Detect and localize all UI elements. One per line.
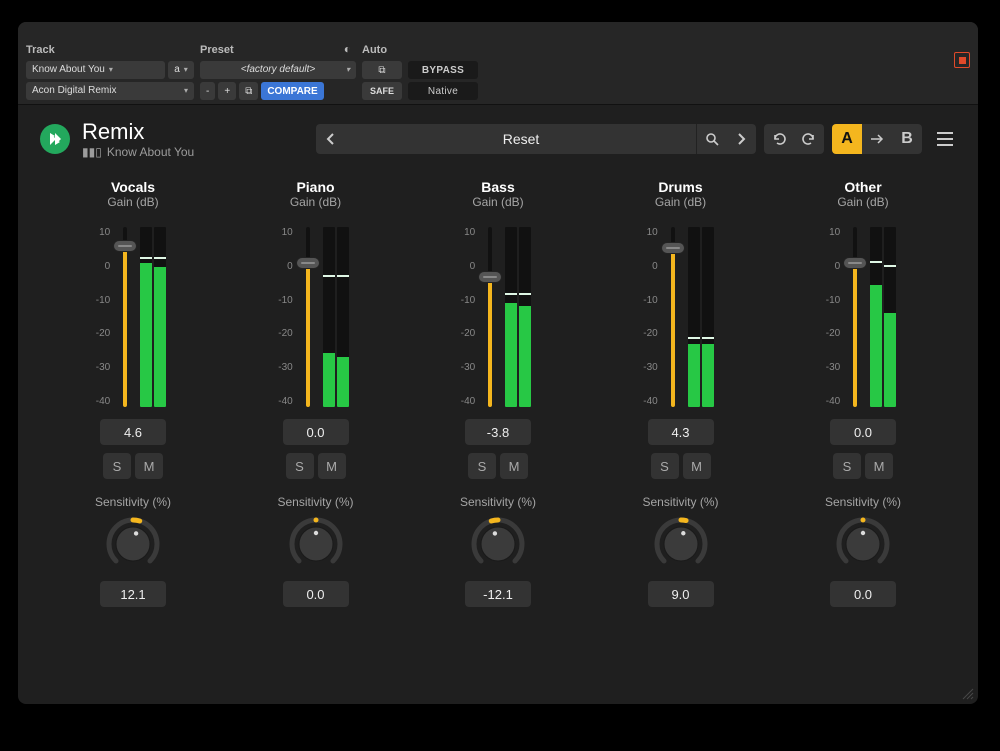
- preset-heading: Preset: [200, 44, 356, 56]
- plugin-title: Remix: [82, 119, 194, 145]
- solo-button[interactable]: S: [468, 453, 496, 479]
- channel-name: Bass: [481, 179, 514, 195]
- preset-prev-icon[interactable]: [316, 124, 346, 154]
- mute-button[interactable]: M: [135, 453, 163, 479]
- host-toolbar: Track Know About You▾ a▾ Acon Digital Re…: [18, 22, 978, 105]
- sensitivity-label: Sensitivity (%): [642, 495, 718, 509]
- channel-strip: Drums Gain (dB) 100-10-20-30-40 4.3 S M: [596, 179, 766, 607]
- solo-button[interactable]: S: [651, 453, 679, 479]
- channel-strip: Other Gain (dB) 100-10-20-30-40 0.0 S M: [778, 179, 948, 607]
- gain-fader[interactable]: [664, 227, 682, 407]
- preset-next-icon[interactable]: [726, 124, 756, 154]
- level-meter: [505, 227, 535, 407]
- auto-heading: Auto: [362, 44, 402, 56]
- native-button[interactable]: Native: [408, 82, 478, 100]
- preset-search-icon[interactable]: [696, 124, 726, 154]
- bypass-button[interactable]: BYPASS: [408, 61, 478, 79]
- sensitivity-label: Sensitivity (%): [95, 495, 171, 509]
- ab-slot-dropdown[interactable]: a▾: [168, 61, 194, 79]
- gain-label: Gain (dB): [472, 195, 523, 209]
- scale-ticks: 100-10-20-30-40: [96, 227, 110, 407]
- solo-button[interactable]: S: [833, 453, 861, 479]
- mute-button[interactable]: M: [318, 453, 346, 479]
- scale-ticks: 100-10-20-30-40: [461, 227, 475, 407]
- plugin-select-dropdown[interactable]: Acon Digital Remix▾: [26, 82, 194, 100]
- compare-button[interactable]: COMPARE: [261, 82, 323, 100]
- track-name: Know About You: [32, 65, 105, 75]
- auto-menu-icon[interactable]: ⧉: [362, 61, 402, 79]
- channel-strips: Vocals Gain (dB) 100-10-20-30-40 4.6 S M: [18, 171, 978, 615]
- preset-next-button[interactable]: +: [218, 82, 236, 100]
- sensitivity-value-input[interactable]: -12.1: [465, 581, 531, 607]
- level-meter: [323, 227, 353, 407]
- sensitivity-value-input[interactable]: 9.0: [648, 581, 714, 607]
- ab-a-button[interactable]: A: [832, 124, 862, 154]
- solo-button[interactable]: S: [286, 453, 314, 479]
- channel-name: Drums: [658, 179, 702, 195]
- sensitivity-knob[interactable]: [104, 515, 162, 573]
- gain-fader[interactable]: [846, 227, 864, 407]
- gain-fader[interactable]: [299, 227, 317, 407]
- sensitivity-label: Sensitivity (%): [460, 495, 536, 509]
- ab-b-button[interactable]: B: [892, 124, 922, 154]
- gain-value-input[interactable]: 0.0: [283, 419, 349, 445]
- undo-icon[interactable]: [764, 124, 794, 154]
- gain-value-input[interactable]: 4.3: [648, 419, 714, 445]
- channel-strip: Vocals Gain (dB) 100-10-20-30-40 4.6 S M: [48, 179, 218, 607]
- preset-prev-button[interactable]: -: [200, 82, 215, 100]
- channel-strip: Bass Gain (dB) 100-10-20-30-40 -3.8 S M: [413, 179, 583, 607]
- channel-name: Vocals: [111, 179, 155, 195]
- level-meter: [688, 227, 718, 407]
- menu-icon[interactable]: [930, 124, 960, 154]
- level-meter: [870, 227, 900, 407]
- ab-copy-icon[interactable]: [862, 124, 892, 154]
- sensitivity-knob[interactable]: [469, 515, 527, 573]
- gain-value-input[interactable]: -3.8: [465, 419, 531, 445]
- sensitivity-value-input[interactable]: 0.0: [283, 581, 349, 607]
- track-heading: Track: [26, 44, 194, 56]
- sensitivity-knob[interactable]: [287, 515, 345, 573]
- plugin-subtitle: Know About You: [107, 145, 194, 159]
- scale-ticks: 100-10-20-30-40: [643, 227, 657, 407]
- channel-name: Piano: [296, 179, 334, 195]
- resize-handle-icon[interactable]: [960, 686, 974, 700]
- sensitivity-label: Sensitivity (%): [277, 495, 353, 509]
- channel-strip: Piano Gain (dB) 100-10-20-30-40 0.0 S M: [231, 179, 401, 607]
- sensitivity-knob[interactable]: [834, 515, 892, 573]
- sensitivity-label: Sensitivity (%): [825, 495, 901, 509]
- mute-button[interactable]: M: [683, 453, 711, 479]
- track-dropdown[interactable]: Know About You▾: [26, 61, 165, 79]
- gain-value-input[interactable]: 4.6: [100, 419, 166, 445]
- redo-icon[interactable]: [794, 124, 824, 154]
- ab-compare-group: A B: [832, 124, 922, 154]
- gain-label: Gain (dB): [837, 195, 888, 209]
- sensitivity-value-input[interactable]: 0.0: [830, 581, 896, 607]
- gain-label: Gain (dB): [290, 195, 341, 209]
- gain-label: Gain (dB): [655, 195, 706, 209]
- host-preset-dropdown[interactable]: <factory default> ▾ ◐: [200, 61, 356, 79]
- solo-button[interactable]: S: [103, 453, 131, 479]
- mute-button[interactable]: M: [865, 453, 893, 479]
- mute-button[interactable]: M: [500, 453, 528, 479]
- scale-ticks: 100-10-20-30-40: [278, 227, 292, 407]
- scale-ticks: 100-10-20-30-40: [826, 227, 840, 407]
- level-meter: [140, 227, 170, 407]
- host-close-button[interactable]: [954, 52, 970, 68]
- play-icon[interactable]: [40, 124, 70, 154]
- channel-name: Other: [844, 179, 881, 195]
- gain-fader[interactable]: [481, 227, 499, 407]
- safe-button[interactable]: SAFE: [362, 82, 402, 100]
- bars-icon: ▮▮▯: [82, 145, 102, 159]
- gain-value-input[interactable]: 0.0: [830, 419, 896, 445]
- gain-fader[interactable]: [116, 227, 134, 407]
- gain-label: Gain (dB): [107, 195, 158, 209]
- sensitivity-value-input[interactable]: 12.1: [100, 581, 166, 607]
- plugin-header: Remix ▮▮▯ Know About You Reset: [18, 105, 978, 171]
- preset-name-display[interactable]: Reset: [346, 124, 696, 154]
- sensitivity-knob[interactable]: [652, 515, 710, 573]
- preset-copy-icon[interactable]: ⧉: [239, 82, 258, 100]
